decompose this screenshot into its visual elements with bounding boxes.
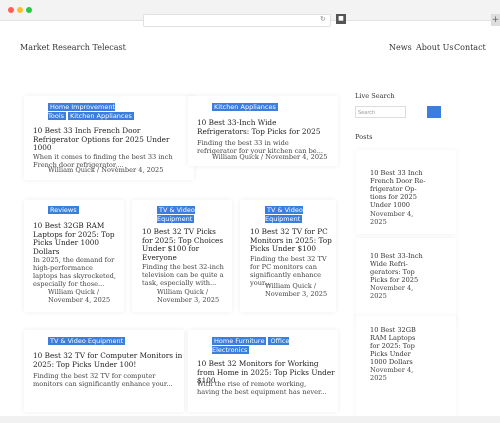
sidebar-post-card: 10 Best 33 Inch French Door Re- frigerat…	[356, 150, 456, 234]
post-tags: Reviews	[48, 206, 118, 215]
post-title[interactable]: 10 Best 33 Inch French Door Refrigerator…	[33, 126, 178, 153]
sidebar-post-card: 10 Best 32GB RAM Laptops for 2025: Top P…	[356, 316, 456, 416]
post-author[interactable]: William Quick	[265, 282, 312, 290]
close-window-dot[interactable]	[8, 7, 14, 13]
sidebar-post-date: November 4, 2025	[370, 366, 414, 382]
post-date: November 4, 2025	[48, 296, 111, 304]
post-author[interactable]: William Quick	[48, 288, 95, 296]
tag-link[interactable]: TV & Video Equipment	[157, 206, 195, 223]
window-bottom-edge	[0, 416, 500, 423]
site-title[interactable]: Market Research Telecast	[20, 43, 126, 52]
post-tags: TV & Video Equipment	[157, 206, 203, 223]
sidebar-post-card: 10 Best 33-Inch Wide Refri- gerators: To…	[356, 238, 456, 320]
post-tags: Home Furniture Office Electronics	[212, 337, 304, 354]
tag-link[interactable]: Home Furniture	[212, 337, 267, 345]
sidebar-post-date: November 4, 2025	[370, 210, 414, 226]
post-date: November 3, 2025	[157, 296, 220, 304]
tag-link[interactable]: Kitchen Appliances	[212, 103, 278, 111]
sidebar-post-title[interactable]: 10 Best 33-Inch Wide Refri- gerators: To…	[370, 252, 426, 284]
posts-heading: Posts	[355, 133, 373, 141]
post-meta: William Quick / November 3, 2025	[265, 282, 328, 298]
post-title[interactable]: 10 Best 33-Inch Wide Refrigerators: Top …	[197, 118, 329, 136]
live-search-heading: Live Search	[355, 92, 395, 100]
post-tags: Home Improvement Tools Kitchen Appliances	[48, 103, 158, 120]
nav-news[interactable]: News	[389, 43, 412, 52]
post-tags: Kitchen Appliances	[212, 103, 322, 112]
reload-icon[interactable]: ↻	[320, 15, 326, 23]
post-title[interactable]: 10 Best 32 TV for Computer Monitors in 2…	[33, 351, 183, 369]
post-date: November 4, 2025	[101, 166, 164, 174]
new-tab-button[interactable]: +	[491, 14, 500, 26]
post-excerpt: In 2025, the demand for high-performance…	[33, 256, 116, 288]
sidebar-post-title[interactable]: 10 Best 33 Inch French Door Re- frigerat…	[370, 169, 426, 209]
post-excerpt: Finding the best 32 TV for computer moni…	[33, 372, 173, 388]
stop-icon[interactable]: ■	[336, 14, 346, 24]
tag-link[interactable]: TV & Video Equipment	[48, 337, 126, 345]
post-meta: William Quick / November 4, 2025	[212, 153, 328, 161]
nav-about-us[interactable]: About Us	[416, 43, 453, 52]
sidebar-post-title[interactable]: 10 Best 32GB RAM Laptops for 2025: Top P…	[370, 326, 426, 366]
post-excerpt: With the rise of remote working, having …	[197, 380, 327, 396]
tag-link[interactable]: Kitchen Appliances	[68, 111, 134, 120]
sidebar-post-date: November 4, 2025	[370, 284, 414, 300]
post-date: November 4, 2025	[265, 153, 328, 161]
minimize-window-dot[interactable]	[17, 7, 23, 13]
post-excerpt: Finding the best 32-inch television can …	[142, 263, 224, 287]
post-tags: TV & Video Equipment	[265, 206, 311, 223]
post-author[interactable]: William Quick	[48, 166, 95, 174]
search-input[interactable]: Search	[355, 106, 406, 118]
address-bar[interactable]	[143, 14, 331, 27]
post-title[interactable]: 10 Best 32 TV Picks for 2025: Top Choice…	[142, 227, 228, 262]
post-title[interactable]: 10 Best 32 TV for PC Monitors in 2025: T…	[250, 227, 332, 254]
maximize-window-dot[interactable]	[26, 7, 32, 13]
post-date: November 3, 2025	[265, 290, 328, 298]
tag-link[interactable]: Reviews	[48, 206, 79, 214]
post-meta: William Quick / November 3, 2025	[157, 288, 220, 304]
nav-contact[interactable]: Contact	[454, 43, 486, 52]
post-author[interactable]: William Quick	[157, 288, 204, 296]
post-meta: William Quick / November 4, 2025	[48, 288, 111, 304]
post-tags: TV & Video Equipment	[48, 337, 178, 346]
search-button[interactable]	[427, 106, 441, 118]
post-title[interactable]: 10 Best 32GB RAM Laptops for 2025: Top P…	[33, 221, 123, 256]
post-author[interactable]: William Quick	[212, 153, 259, 161]
tag-link[interactable]: TV & Video Equipment	[265, 206, 303, 223]
post-meta: William Quick / November 4, 2025	[48, 166, 164, 174]
